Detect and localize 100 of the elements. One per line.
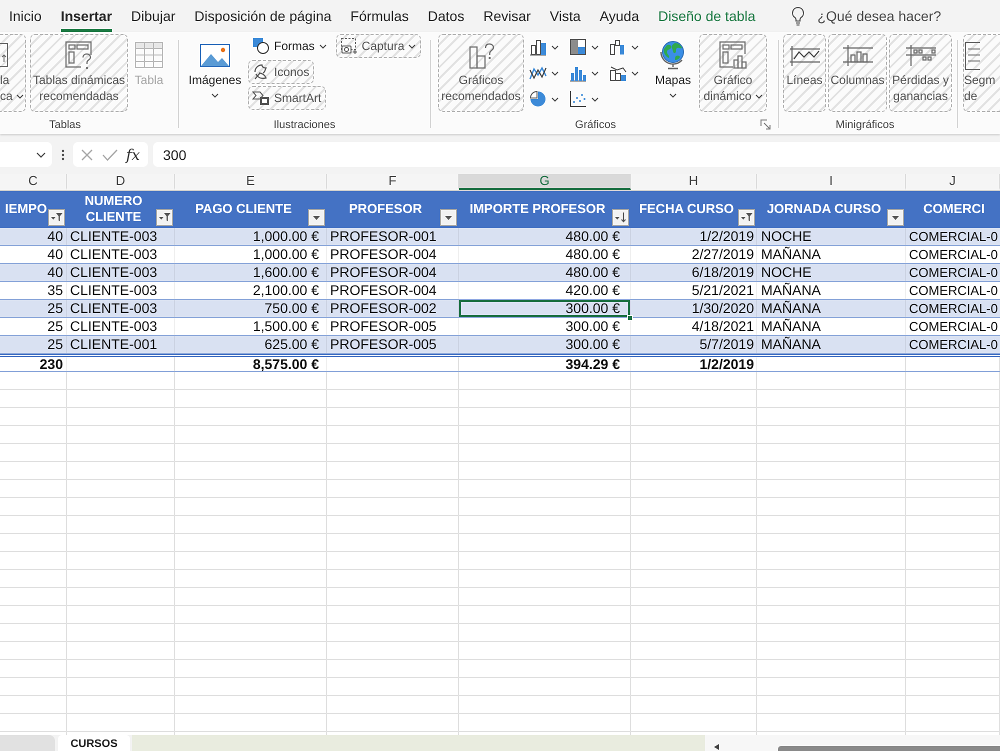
table-cell[interactable]: COMERCIAL-0 (906, 228, 1000, 245)
table-cell[interactable]: 625.00 € (175, 336, 327, 353)
fill-handle[interactable] (627, 315, 633, 321)
table-cell[interactable]: NOCHE (757, 264, 906, 281)
table-cell[interactable]: 750.00 € (175, 300, 327, 317)
insert-function-button[interactable]: fx (126, 146, 140, 164)
sheet-tab[interactable]: CURSOS (58, 735, 130, 751)
filter-button[interactable] (738, 209, 755, 226)
table-cell[interactable]: MAÑANA (757, 282, 906, 299)
table-cell[interactable]: PROFESOR-004 (327, 282, 459, 299)
table-cell[interactable]: CLIENTE-003 (67, 282, 175, 299)
table-cell[interactable]: COMERCIAL-0 (906, 300, 1000, 317)
table-cell[interactable]: 480.00 € (459, 264, 631, 281)
table-cell[interactable]: 25 (0, 300, 67, 317)
table-cell[interactable]: 300.00 € (459, 300, 631, 317)
ribbon-tab[interactable]: Dibujar (131, 0, 176, 32)
filter-button[interactable] (440, 209, 457, 226)
pictures-button[interactable]: Imágenes (186, 34, 244, 112)
column-sparkline-button[interactable]: Columnas (828, 34, 887, 112)
slicer-button[interactable]: Segm de (963, 34, 1000, 112)
table-cell[interactable]: PROFESOR-004 (327, 246, 459, 263)
table-cell[interactable]: PROFESOR-005 (327, 318, 459, 335)
table-cell[interactable]: 35 (0, 282, 67, 299)
line-sparkline-button[interactable]: Líneas (783, 34, 826, 112)
table-cell[interactable]: 40 (0, 246, 67, 263)
table-cell[interactable]: COMERCIAL-0 (906, 336, 1000, 353)
table-cell[interactable]: CLIENTE-003 (67, 300, 175, 317)
total-cell[interactable]: 230 (0, 357, 67, 371)
check-icon[interactable] (102, 148, 118, 162)
table-cell[interactable]: COMERCIAL-0 (906, 246, 1000, 263)
shapes-button[interactable]: Formas (248, 34, 332, 58)
table-cell[interactable]: 300.00 € (459, 336, 631, 353)
formula-input[interactable]: 300 (153, 142, 1000, 167)
table-cell[interactable]: 1,500.00 € (175, 318, 327, 335)
table-cell[interactable]: NOCHE (757, 228, 906, 245)
table-cell[interactable]: 420.00 € (459, 282, 631, 299)
table-cell[interactable]: MAÑANA (757, 336, 906, 353)
ribbon-tab[interactable]: Vista (550, 0, 581, 32)
pivot-chart-button[interactable]: Gráfico dinámico (699, 34, 767, 112)
table-cell[interactable]: CLIENTE-001 (67, 336, 175, 353)
table-cell[interactable]: 6/18/2019 (631, 264, 757, 281)
scroll-left-icon[interactable] (713, 743, 720, 751)
table-cell[interactable]: 40 (0, 228, 67, 245)
win-loss-sparkline-button[interactable]: Pérdidas y ganancias (889, 34, 952, 112)
table-cell[interactable]: MAÑANA (757, 246, 906, 263)
table-cell[interactable]: CLIENTE-003 (67, 246, 175, 263)
recommended-charts-button[interactable]: Gráficos recomendados (438, 34, 524, 112)
table-cell[interactable]: MAÑANA (757, 300, 906, 317)
smartart-button[interactable]: SmartArt (248, 86, 326, 110)
table-cell[interactable]: COMERCIAL-0 (906, 264, 1000, 281)
table-cell[interactable]: CLIENTE-003 (67, 318, 175, 335)
table-cell[interactable]: 25 (0, 318, 67, 335)
pivot-table-button[interactable]: la ca (0, 34, 26, 112)
table-cell[interactable]: 1/2/2019 (631, 228, 757, 245)
ribbon-tab[interactable]: Disposición de página (194, 0, 332, 32)
tell-me-field[interactable]: ¿Qué desea hacer? (817, 8, 978, 24)
table-cell[interactable]: CLIENTE-003 (67, 264, 175, 281)
table-cell[interactable]: 300.00 € (459, 318, 631, 335)
table-cell[interactable]: MAÑANA (757, 318, 906, 335)
column-header[interactable]: G (459, 174, 631, 190)
recommended-pivot-tables-button[interactable]: Tablas dinámicas recomendadas (30, 34, 128, 112)
scrollbar-thumb[interactable] (778, 746, 1000, 751)
table-cell[interactable]: 480.00 € (459, 228, 631, 245)
table-cell[interactable]: 2,100.00 € (175, 282, 327, 299)
total-cell[interactable]: 394.29 € (459, 357, 631, 371)
table-cell[interactable]: 5/21/2021 (631, 282, 757, 299)
total-cell[interactable]: 8,575.00 € (175, 357, 327, 371)
icons-button[interactable]: Iconos (248, 60, 314, 84)
table-cell[interactable]: 2/27/2019 (631, 246, 757, 263)
ribbon-tab[interactable]: Inicio (9, 0, 42, 32)
ribbon-tab[interactable]: Ayuda (600, 0, 640, 32)
table-cell[interactable]: 1/30/2020 (631, 300, 757, 317)
ribbon-tab[interactable]: Datos (428, 0, 464, 32)
table-cell[interactable]: 480.00 € (459, 246, 631, 263)
filter-button[interactable] (308, 209, 325, 226)
total-cell[interactable]: 1/2/2019 (631, 357, 757, 371)
ribbon-tab[interactable]: Diseño de tabla (658, 0, 756, 32)
dialog-launcher-icon[interactable] (760, 119, 772, 131)
table-cell[interactable]: 40 (0, 264, 67, 281)
table-cell[interactable]: 1,600.00 € (175, 264, 327, 281)
filter-button[interactable] (612, 209, 629, 226)
filter-button[interactable] (156, 209, 173, 226)
ribbon-tab[interactable]: Revisar (483, 0, 531, 32)
table-cell[interactable]: COMERCIAL-0 (906, 318, 1000, 335)
table-cell[interactable]: 1,000.00 € (175, 228, 327, 245)
table-cell[interactable]: PROFESOR-001 (327, 228, 459, 245)
table-cell[interactable]: 1,000.00 € (175, 246, 327, 263)
table-cell[interactable]: PROFESOR-005 (327, 336, 459, 353)
filter-button[interactable] (48, 209, 65, 226)
table-cell[interactable]: CLIENTE-003 (67, 228, 175, 245)
table-cell[interactable]: 5/7/2019 (631, 336, 757, 353)
table-cell[interactable]: 4/18/2021 (631, 318, 757, 335)
ribbon-tab[interactable]: Fórmulas (350, 0, 409, 32)
screenshot-button[interactable]: Captura (336, 34, 422, 58)
maps-button[interactable]: Mapas (650, 34, 696, 112)
table-cell[interactable]: COMERCIAL-0 (906, 282, 1000, 299)
table-cell[interactable]: PROFESOR-002 (327, 300, 459, 317)
table-cell[interactable]: PROFESOR-004 (327, 264, 459, 281)
table-cell[interactable]: 25 (0, 336, 67, 353)
filter-button[interactable] (887, 209, 904, 226)
